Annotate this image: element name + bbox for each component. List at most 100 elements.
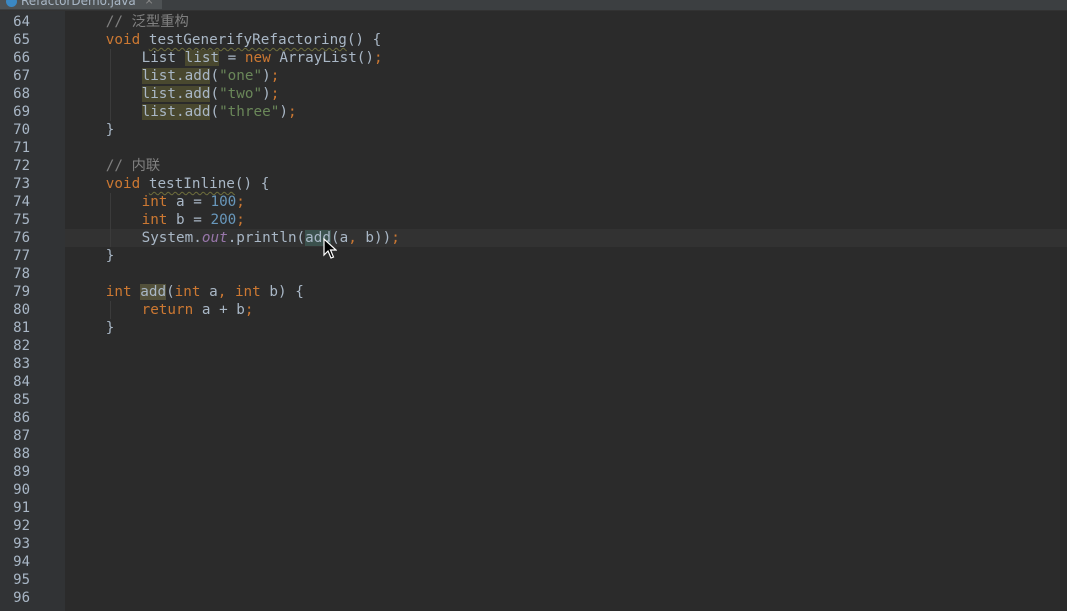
code-token: ( [166,284,175,300]
indent-guide [109,301,111,319]
code-token: } [105,320,115,336]
code-token: b)) [356,230,392,246]
code-token: a = [167,194,211,210]
code-line[interactable]: void testGenerifyRefactoring() { [65,31,1067,49]
line-number[interactable]: 67 [0,67,30,85]
code-line[interactable]: } [65,247,1067,265]
code-line[interactable] [65,355,1067,373]
code-token: b = [167,212,211,228]
line-number[interactable]: 66 [0,49,30,67]
line-number[interactable]: 95 [0,571,30,589]
code-line[interactable] [65,337,1067,355]
code-token: } [105,122,115,138]
code-line[interactable]: list.add("one"); [65,67,1067,85]
code-line[interactable]: int add(int a, int b) { [65,283,1067,301]
code-token: ; [236,194,245,210]
code-line[interactable] [65,445,1067,463]
line-number[interactable]: 70 [0,121,30,139]
indent-guide [109,193,111,247]
code-token: 100 [210,194,237,210]
code-line[interactable]: // 内联 [65,157,1067,175]
code-line[interactable]: int a = 100; [65,193,1067,211]
code-line[interactable] [65,481,1067,499]
line-number[interactable]: 79 [0,283,30,301]
code-line[interactable]: int b = 200; [65,211,1067,229]
code-line[interactable] [65,409,1067,427]
code-token: // 泛型重构 [105,14,189,30]
line-number[interactable]: 88 [0,445,30,463]
code-line[interactable] [65,589,1067,607]
line-number[interactable]: 76 [0,229,30,247]
line-number[interactable]: 89 [0,463,30,481]
code-line[interactable]: List list = new ArrayList(); [65,49,1067,67]
line-number[interactable]: 94 [0,553,30,571]
code-line[interactable] [65,427,1067,445]
line-number[interactable]: 68 [0,85,30,103]
line-number[interactable]: 92 [0,517,30,535]
code-token: int [141,212,168,228]
line-number[interactable]: 64 [0,13,30,31]
code-token: list.add [141,104,211,120]
file-tab[interactable]: RefactorDemo.java × [0,0,162,9]
code-editor[interactable]: // 泛型重构 void testGenerifyRefactoring() {L… [65,11,1067,611]
code-line[interactable] [65,553,1067,571]
code-line[interactable] [65,463,1067,481]
code-line[interactable] [65,391,1067,409]
code-token: ( [210,86,220,102]
code-line[interactable] [65,517,1067,535]
line-number[interactable]: 80 [0,301,30,319]
code-token: // 内联 [105,158,161,174]
java-file-icon [6,0,17,7]
line-number[interactable]: 78 [0,265,30,283]
code-line[interactable] [65,535,1067,553]
editor-tab-bar: RefactorDemo.java × [0,0,1067,11]
line-number[interactable]: 77 [0,247,30,265]
code-line[interactable] [65,571,1067,589]
line-number[interactable]: 81 [0,319,30,337]
line-number[interactable]: 93 [0,535,30,553]
code-token: , [348,230,357,246]
line-number[interactable]: 86 [0,409,30,427]
code-line[interactable]: list.add("three"); [65,103,1067,121]
code-token: testInline [148,176,235,192]
code-line[interactable] [65,499,1067,517]
code-line[interactable]: // 泛型重构 [65,13,1067,31]
close-icon[interactable]: × [145,0,154,9]
code-token: void [105,176,141,192]
line-number[interactable]: 75 [0,211,30,229]
line-number[interactable]: 91 [0,499,30,517]
line-number[interactable]: 82 [0,337,30,355]
code-line[interactable] [65,373,1067,391]
code-token: () { [234,176,270,192]
code-token: "one" [219,68,263,84]
line-number[interactable]: 72 [0,157,30,175]
code-line[interactable]: void testInline() { [65,175,1067,193]
code-line[interactable]: return a + b; [65,301,1067,319]
line-number[interactable]: 96 [0,589,30,607]
code-token: new [244,50,271,66]
line-number[interactable]: 69 [0,103,30,121]
code-line[interactable]: list.add("two"); [65,85,1067,103]
line-number[interactable]: 73 [0,175,30,193]
code-token: void [105,32,141,48]
code-token: ; [270,68,280,84]
line-number[interactable]: 84 [0,373,30,391]
code-token: ) [262,68,271,84]
line-number[interactable]: 65 [0,31,30,49]
code-token: a + b [193,302,245,318]
code-line[interactable] [65,139,1067,157]
code-token: ; [374,50,383,66]
code-token: int [105,284,132,300]
code-line[interactable]: } [65,121,1067,139]
code-line[interactable] [65,265,1067,283]
code-line[interactable]: System.out.println(add(a, b)); [65,229,1067,247]
line-number[interactable]: 87 [0,427,30,445]
line-number[interactable]: 71 [0,139,30,157]
code-token: () { [346,32,382,48]
code-line[interactable]: } [65,319,1067,337]
line-number[interactable]: 83 [0,355,30,373]
line-number[interactable]: 85 [0,391,30,409]
line-number[interactable]: 74 [0,193,30,211]
line-number[interactable]: 90 [0,481,30,499]
